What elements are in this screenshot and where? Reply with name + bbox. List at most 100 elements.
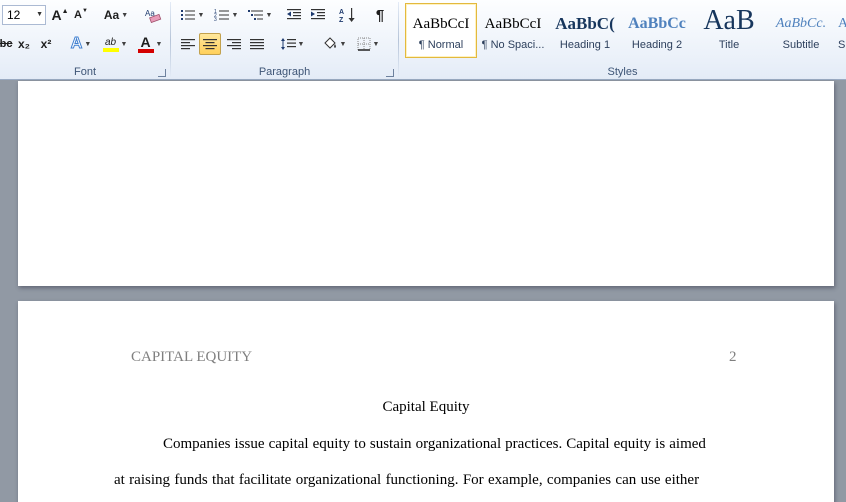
style-sample: AaBbCc. xyxy=(775,16,827,31)
numbering-button[interactable]: 1 2 3 ▼ xyxy=(211,4,241,26)
font-size-box[interactable]: 12 ▼ xyxy=(2,5,46,25)
paragraph-dialog-launcher-icon[interactable] xyxy=(386,69,394,77)
bullets-icon xyxy=(180,10,195,20)
text-effects-button[interactable]: A ▼ xyxy=(66,33,96,55)
style-name: Heading 2 xyxy=(631,39,683,51)
change-case-label: Aa xyxy=(103,8,120,22)
style-no-spacing[interactable]: AaBbCcI ¶ No Spaci... xyxy=(477,3,549,58)
align-right-icon xyxy=(227,39,241,50)
increase-indent-button[interactable] xyxy=(307,4,329,26)
paragraph-group: ▼ 1 2 3 ▼ ▼ A Z ¶ ▼ ▼ ▼ Paragraph xyxy=(171,0,398,80)
strikethrough-button[interactable]: abc xyxy=(0,33,12,55)
highlight-label: ab xyxy=(104,36,117,48)
pilcrow-icon: ¶ xyxy=(375,6,385,24)
style-sample: AaBbCcI xyxy=(412,16,470,32)
style-sample: AaBbCc xyxy=(628,15,686,32)
align-left-icon xyxy=(181,39,195,50)
chevron-down-icon: ▼ xyxy=(197,11,205,19)
style-more[interactable]: A S xyxy=(837,3,846,58)
shrink-font-button[interactable]: A ▼ xyxy=(72,4,90,26)
style-name: S xyxy=(838,39,846,51)
font-group-label: Font xyxy=(73,66,96,78)
style-normal[interactable]: AaBbCcI ¶ Normal xyxy=(405,3,477,58)
superscript-button[interactable]: x² xyxy=(36,33,56,55)
highlight-color-bar xyxy=(102,47,119,52)
line-spacing-button[interactable]: ▼ xyxy=(277,33,307,55)
bullets-button[interactable]: ▼ xyxy=(177,4,207,26)
text-effects-label: A xyxy=(70,35,83,53)
style-name: Subtitle xyxy=(782,39,820,51)
chevron-down-icon: ▼ xyxy=(265,11,273,19)
increase-indent-icon xyxy=(311,9,325,20)
style-sample: A xyxy=(838,16,846,31)
style-name: Title xyxy=(718,39,740,51)
style-heading-2[interactable]: AaBbCc Heading 2 xyxy=(621,3,693,58)
page-1[interactable] xyxy=(18,81,834,286)
borders-icon xyxy=(357,37,371,51)
font-color-bar xyxy=(137,49,154,53)
paint-bucket-icon xyxy=(323,37,336,49)
style-subtitle[interactable]: AaBbCc. Subtitle xyxy=(765,3,837,58)
shading-button[interactable]: ▼ xyxy=(319,33,349,55)
show-formatting-marks-button[interactable]: ¶ xyxy=(369,4,391,26)
svg-text:3: 3 xyxy=(214,17,217,22)
svg-text:Z: Z xyxy=(339,17,344,23)
highlighter-icon: ab xyxy=(102,36,119,52)
align-right-button[interactable] xyxy=(223,33,245,55)
shrink-font-label: A xyxy=(74,9,82,21)
multilevel-list-button[interactable]: ▼ xyxy=(245,4,275,26)
decrease-indent-icon xyxy=(287,9,301,20)
style-name: Heading 1 xyxy=(559,39,611,51)
paragraph-group-label: Paragraph xyxy=(258,66,311,78)
justify-icon xyxy=(250,39,264,50)
chevron-down-icon: ▼ xyxy=(84,40,92,48)
chevron-down-icon: ▼ xyxy=(121,11,129,19)
body-line: Companies issue capital equity to sustai… xyxy=(163,436,706,452)
font-color-label: A xyxy=(140,34,151,50)
style-heading-1[interactable]: AaBbC( Heading 1 xyxy=(549,3,621,58)
sort-button[interactable]: A Z xyxy=(337,4,359,26)
ribbon: 12 ▼ A▲ A▼ Aa▼ Aa abc x₂ x² A▼ xyxy=(0,0,846,80)
styles-group: AaBbCcI ¶ Normal AaBbCcI ¶ No Spaci... A… xyxy=(399,0,846,80)
font-dialog-launcher-icon[interactable] xyxy=(158,69,166,77)
subscript-button[interactable]: x₂ xyxy=(14,33,34,55)
numbering-icon: 1 2 3 xyxy=(214,9,229,22)
styles-group-label: Styles xyxy=(607,66,638,78)
svg-text:A: A xyxy=(339,9,344,16)
multilevel-list-icon xyxy=(247,10,263,20)
font-size-value: 12 xyxy=(7,8,21,22)
clear-formatting-button[interactable]: Aa xyxy=(142,4,164,26)
decrease-indent-button[interactable] xyxy=(283,4,305,26)
justify-button[interactable] xyxy=(246,33,268,55)
page-number: 2 xyxy=(729,349,737,365)
strikethrough-label: abc xyxy=(0,38,13,50)
chevron-down-icon: ▼ xyxy=(36,11,43,18)
chevron-down-icon: ▼ xyxy=(297,40,305,48)
chevron-down-icon: ▼ xyxy=(155,40,163,48)
change-case-button[interactable]: Aa ▼ xyxy=(102,4,130,26)
caret-down-icon: ▼ xyxy=(82,8,88,14)
style-name: ¶ No Spaci... xyxy=(481,39,545,51)
chevron-down-icon: ▼ xyxy=(339,40,347,48)
style-sample: AaBbCcI xyxy=(484,16,542,32)
font-color-icon: A xyxy=(137,34,154,53)
align-left-button[interactable] xyxy=(177,33,199,55)
align-center-button[interactable] xyxy=(199,33,221,55)
font-group: 12 ▼ A▲ A▼ Aa▼ Aa abc x₂ x² A▼ xyxy=(0,0,170,80)
caret-up-icon: ▲ xyxy=(61,7,69,15)
running-head: CAPITAL EQUITY xyxy=(131,349,253,365)
borders-button[interactable]: ▼ xyxy=(353,33,383,55)
align-center-icon xyxy=(203,39,217,50)
superscript-label: x² xyxy=(40,37,52,51)
sort-icon: A Z xyxy=(339,8,355,23)
font-color-button[interactable]: A ▼ xyxy=(134,33,166,55)
page-2[interactable]: CAPITAL EQUITY 2 Capital Equity Companie… xyxy=(18,301,834,502)
chevron-down-icon: ▼ xyxy=(231,11,239,19)
style-sample: AaBbC( xyxy=(555,14,615,33)
grow-font-button[interactable]: A ▲ xyxy=(50,4,70,26)
highlight-button[interactable]: ab ▼ xyxy=(98,33,132,55)
style-name: ¶ Normal xyxy=(418,39,464,51)
style-title[interactable]: AaB Title xyxy=(693,3,765,58)
body-line: at raising funds that facilitate organiz… xyxy=(114,472,700,488)
chevron-down-icon: ▼ xyxy=(372,40,380,48)
